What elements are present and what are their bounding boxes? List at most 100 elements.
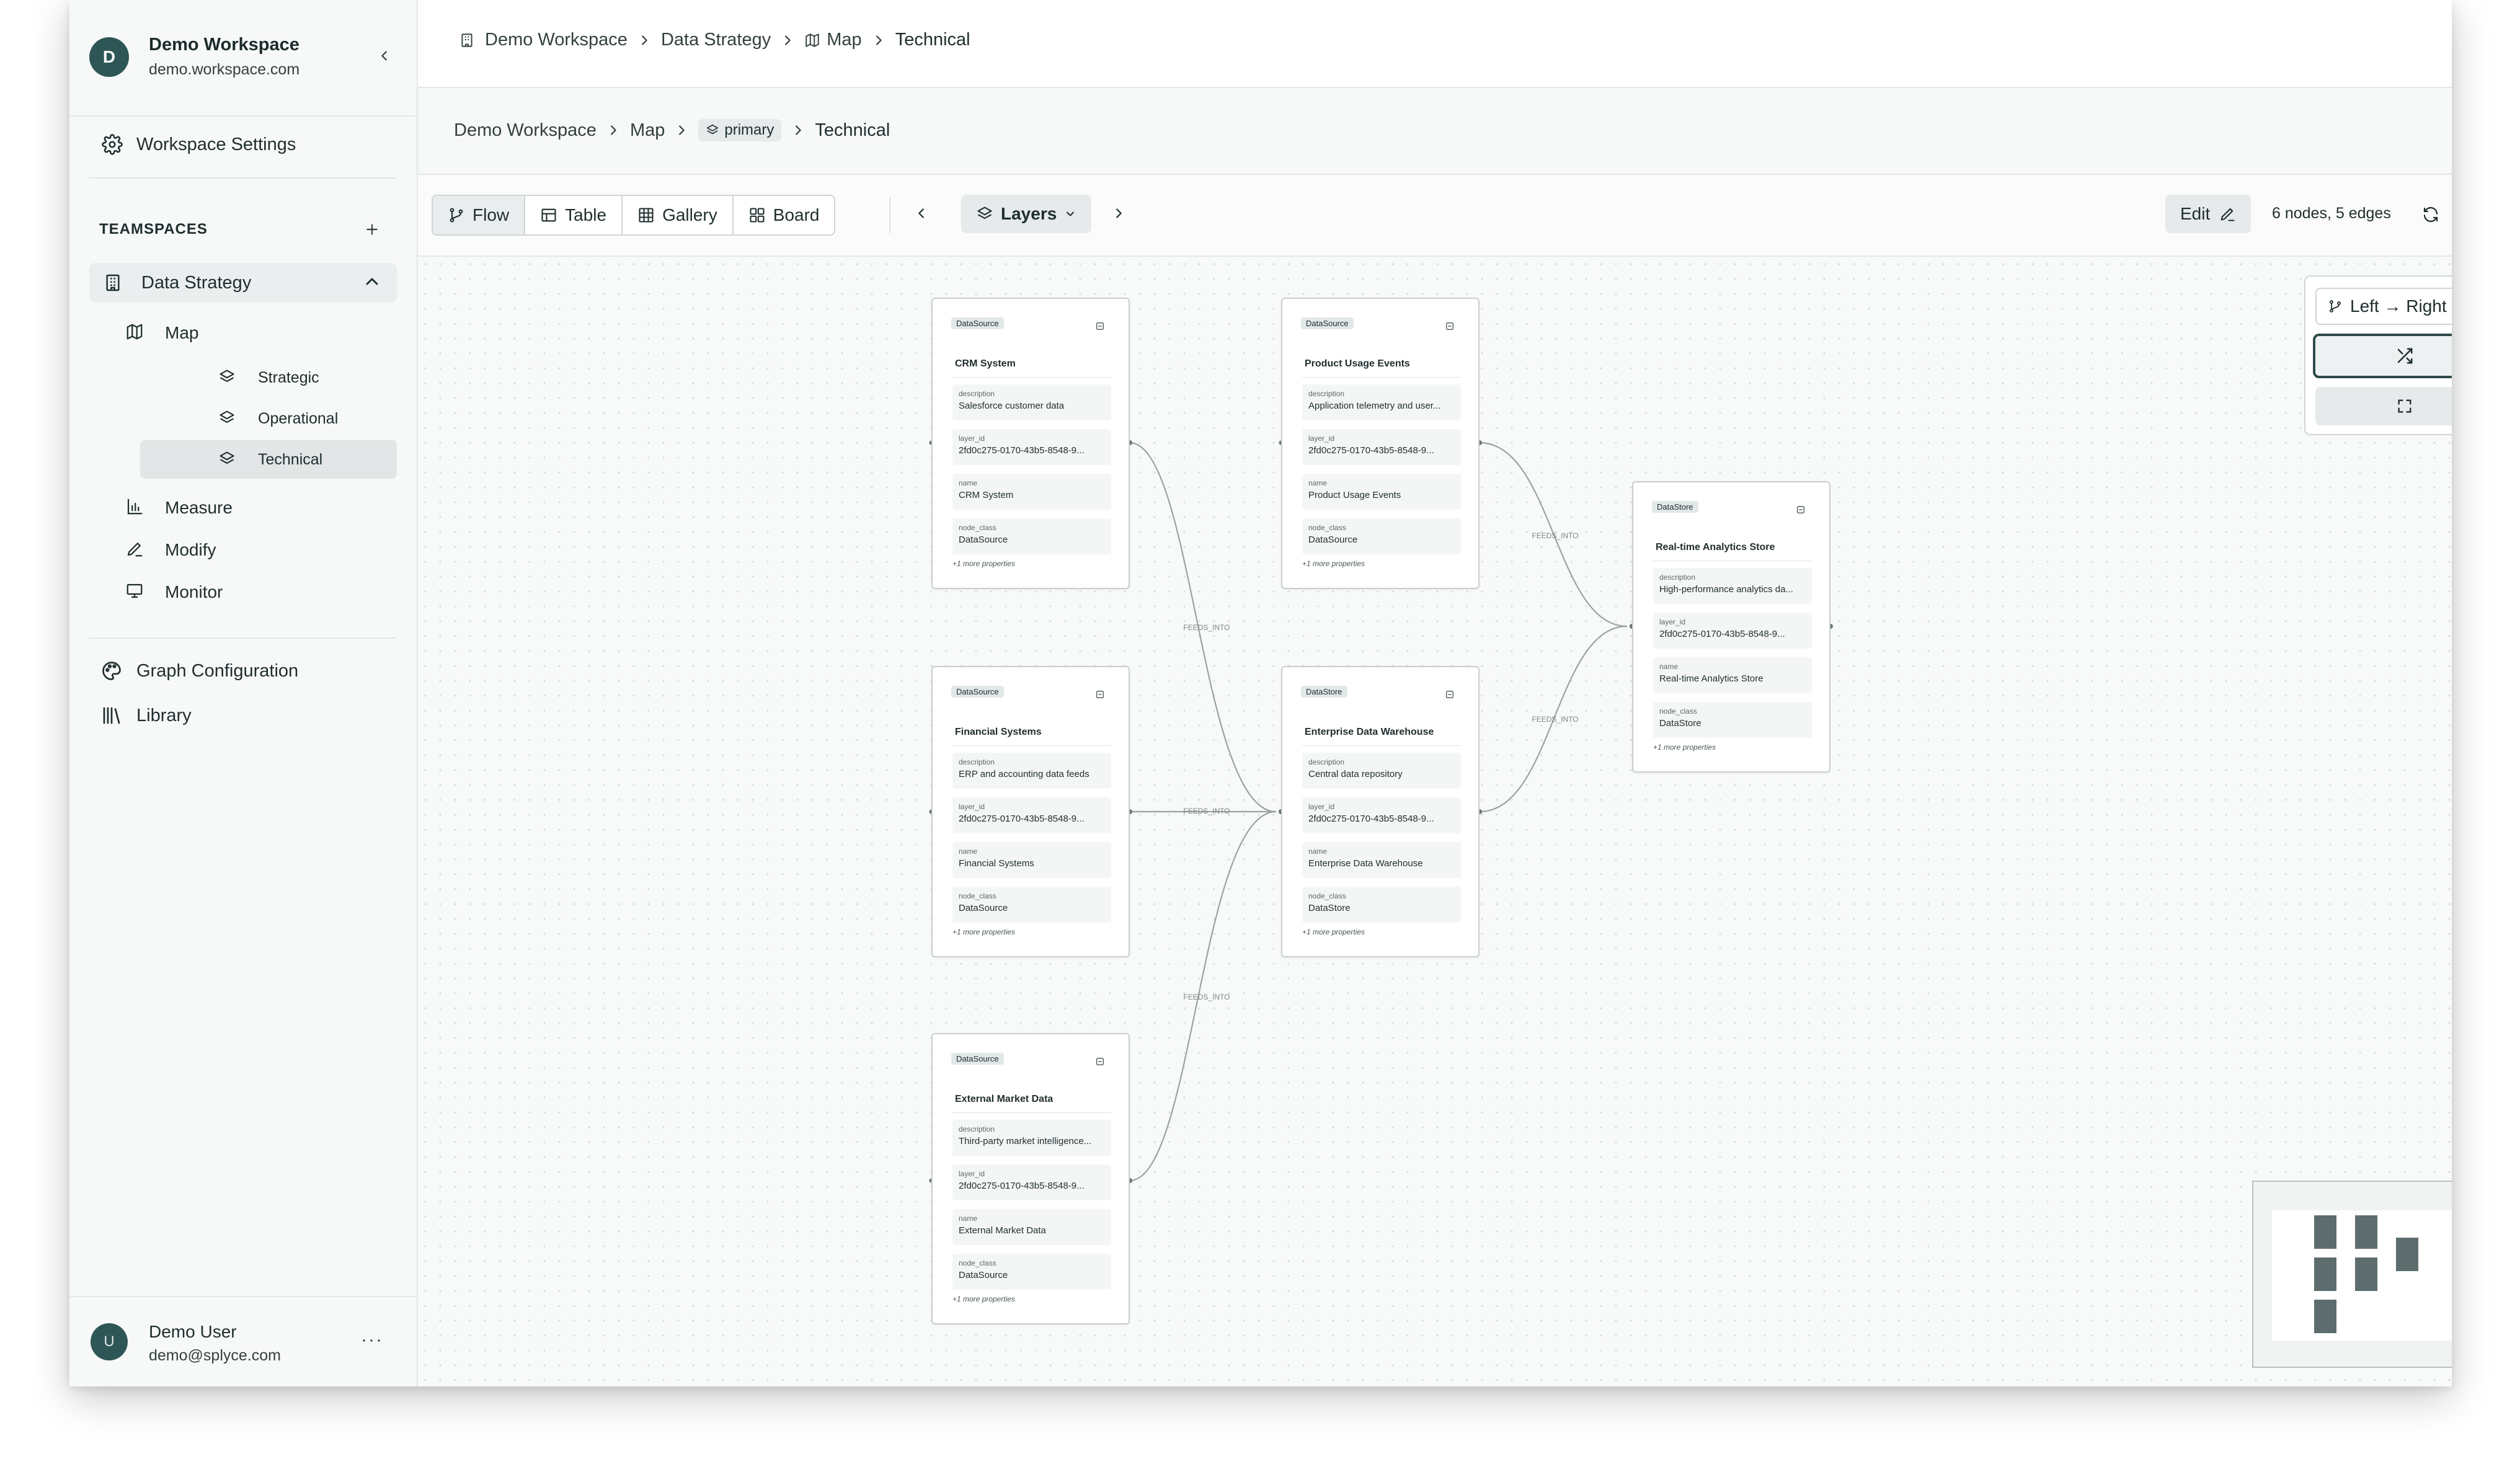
sidebar-layer-technical[interactable]: Technical (140, 440, 397, 479)
node-menu-icon[interactable] (1445, 321, 1455, 334)
sidebar-item-modify[interactable]: Modify (125, 530, 397, 568)
node-property: name Product Usage Events (1302, 474, 1461, 510)
sidebar-layer-label: Technical (258, 451, 323, 468)
node-type-badge: DataStore (1301, 686, 1347, 698)
workspace-header[interactable]: D Demo Workspace demo.workspace.com (69, 0, 417, 117)
property-value: DataSource (1308, 534, 1358, 545)
layout-direction-select[interactable]: Left → Right (2315, 288, 2452, 325)
node-type-badge: DataSource (1301, 317, 1354, 329)
breadcrumb-current: Technical (815, 120, 890, 140)
more-properties-link[interactable]: +1 more properties (1302, 928, 1365, 936)
sidebar-item-measure[interactable]: Measure (125, 487, 397, 526)
chevron-right-icon (1116, 208, 1122, 218)
teamspace-data-strategy[interactable]: Data Strategy (89, 263, 397, 303)
node-menu-icon[interactable] (1445, 690, 1455, 703)
sidebar-item-map[interactable]: Map (125, 313, 397, 351)
library-link[interactable]: Library (100, 704, 192, 727)
user-footer[interactable]: U Demo User demo@splyce.com ··· (69, 1296, 417, 1386)
minimap[interactable] (2252, 1181, 2452, 1368)
building-icon (461, 33, 472, 47)
node-menu-icon[interactable] (1095, 321, 1105, 334)
map-icon (805, 33, 819, 47)
more-properties-link[interactable]: +1 more properties (1653, 743, 1716, 752)
node-card-realtime-analytics-store[interactable]: DataStore Real-time Analytics Store desc… (1632, 481, 1830, 773)
node-card-crm-system[interactable]: DataSource CRM System description Salesfo… (931, 298, 1130, 589)
property-key: name (959, 847, 978, 856)
node-type-badge: DataStore (1652, 501, 1698, 513)
node-property: description Salesforce customer data (952, 384, 1111, 420)
node-card-external-market-data[interactable]: DataSource External Market Data descript… (931, 1033, 1130, 1324)
chevron-right-icon (781, 33, 794, 47)
layers-dropdown[interactable]: Layers (961, 195, 1092, 233)
property-key: node_class (1659, 707, 1697, 716)
node-property: description Central data repository (1302, 753, 1461, 789)
view-gallery-button[interactable]: Gallery (623, 196, 734, 234)
node-property: name External Market Data (952, 1209, 1111, 1245)
refresh-button[interactable] (2416, 200, 2446, 229)
graph-configuration-label: Graph Configuration (136, 660, 299, 681)
flow-icon (450, 208, 463, 223)
node-property: node_class DataStore (1302, 887, 1461, 923)
layer-breadcrumb-bar: Demo Workspace Map primary Technical (418, 88, 2452, 175)
next-layer-button[interactable] (1105, 200, 1132, 227)
property-key: layer_id (1308, 802, 1335, 811)
node-card-financial-systems[interactable]: DataSource Financial Systems description… (931, 666, 1130, 957)
more-properties-link[interactable]: +1 more properties (952, 1295, 1015, 1303)
breadcrumb-map[interactable]: Map (630, 120, 665, 141)
more-properties-link[interactable]: +1 more properties (1302, 559, 1365, 568)
node-divider (952, 1112, 1111, 1113)
view-label: Flow (472, 205, 510, 224)
breadcrumb-map[interactable]: Map (827, 30, 861, 50)
collapse-sidebar-button[interactable] (371, 42, 398, 69)
node-menu-icon[interactable] (1796, 505, 1806, 518)
table-icon (541, 208, 556, 222)
node-menu-icon[interactable] (1095, 1057, 1105, 1070)
flow-canvas[interactable]: FEEDS_INTO FEEDS_INTO FEEDS_INTO FEEDS_I… (418, 257, 2452, 1386)
breadcrumb-workspace[interactable]: Demo Workspace (485, 30, 628, 50)
more-properties-link[interactable]: +1 more properties (952, 559, 1015, 568)
property-value: 2fd0c275-0170-43b5-8548-9... (1659, 629, 1785, 639)
node-card-product-usage-events[interactable]: DataSource Product Usage Events descript… (1281, 298, 1480, 589)
pencil-icon (2221, 208, 2235, 221)
edge-label: FEEDS_INTO (1532, 715, 1578, 724)
node-divider (952, 745, 1111, 746)
chevron-up-icon[interactable] (362, 272, 382, 295)
node-property: node_class DataSource (952, 887, 1111, 923)
breadcrumb-teamspace[interactable]: Data Strategy (661, 30, 771, 50)
sidebar-item-monitor[interactable]: Monitor (125, 572, 397, 610)
graph-count: 6 nodes, 5 edges (2272, 205, 2391, 222)
more-properties-link[interactable]: +1 more properties (952, 928, 1015, 936)
graph-configuration-link[interactable]: Graph Configuration (100, 660, 298, 682)
breadcrumb-workspace[interactable]: Demo Workspace (454, 120, 597, 141)
property-key: name (1308, 479, 1328, 487)
layer-tag[interactable]: primary (698, 119, 782, 141)
library-icon (103, 707, 120, 724)
view-table-button[interactable]: Table (525, 196, 623, 234)
property-key: layer_id (1308, 434, 1335, 443)
workspace-settings-label: Workspace Settings (136, 134, 296, 154)
node-title: Financial Systems (955, 727, 1042, 737)
node-card-enterprise-data-warehouse[interactable]: DataStore Enterprise Data Warehouse desc… (1281, 666, 1480, 957)
node-menu-icon[interactable] (1095, 690, 1105, 703)
property-value: Product Usage Events (1308, 490, 1401, 500)
fit-view-button[interactable] (2315, 387, 2452, 425)
sidebar-layer-strategic[interactable]: Strategic (140, 358, 397, 397)
workspace-settings-link[interactable]: Workspace Settings (102, 134, 296, 155)
previous-layer-button[interactable] (908, 200, 935, 227)
view-flow-button[interactable]: Flow (433, 196, 526, 234)
auto-layout-button[interactable] (2313, 334, 2452, 378)
layout-panel: Left → Right (2304, 275, 2452, 435)
view-board-button[interactable]: Board (734, 196, 835, 234)
layer-tag-label: primary (724, 122, 774, 138)
sidebar-layer-operational[interactable]: Operational (140, 399, 397, 438)
layers-icon (218, 409, 236, 430)
view-label: Gallery (662, 205, 717, 224)
more-options-icon[interactable]: ··· (361, 1329, 383, 1351)
user-name: Demo User (149, 1322, 237, 1341)
node-property: description Application telemetry and use… (1302, 384, 1461, 420)
node-title: Product Usage Events (1305, 358, 1410, 369)
edit-button[interactable]: Edit (2165, 195, 2252, 233)
chevron-right-icon (637, 33, 651, 47)
add-teamspace-button[interactable] (357, 215, 387, 244)
property-key: name (959, 479, 978, 487)
